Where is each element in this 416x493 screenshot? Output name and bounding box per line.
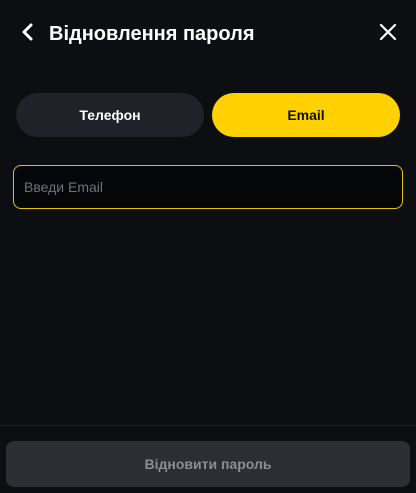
- back-button[interactable]: [14, 20, 42, 48]
- password-recovery-modal: Відновлення пароля Телефон Email Віднови…: [0, 0, 416, 493]
- close-icon: [379, 23, 397, 46]
- email-field-container: [13, 165, 403, 209]
- tab-email[interactable]: Email: [212, 93, 400, 137]
- page-title: Відновлення пароля: [49, 23, 255, 45]
- close-button[interactable]: [374, 20, 402, 48]
- recover-password-button[interactable]: Відновити пароль: [6, 441, 410, 487]
- tab-phone[interactable]: Телефон: [16, 93, 204, 137]
- recovery-method-tabs: Телефон Email: [16, 93, 400, 137]
- email-input[interactable]: [24, 179, 392, 195]
- footer-divider: [0, 425, 416, 426]
- chevron-left-icon: [21, 22, 35, 47]
- modal-header: Відновлення пароля: [0, 0, 416, 68]
